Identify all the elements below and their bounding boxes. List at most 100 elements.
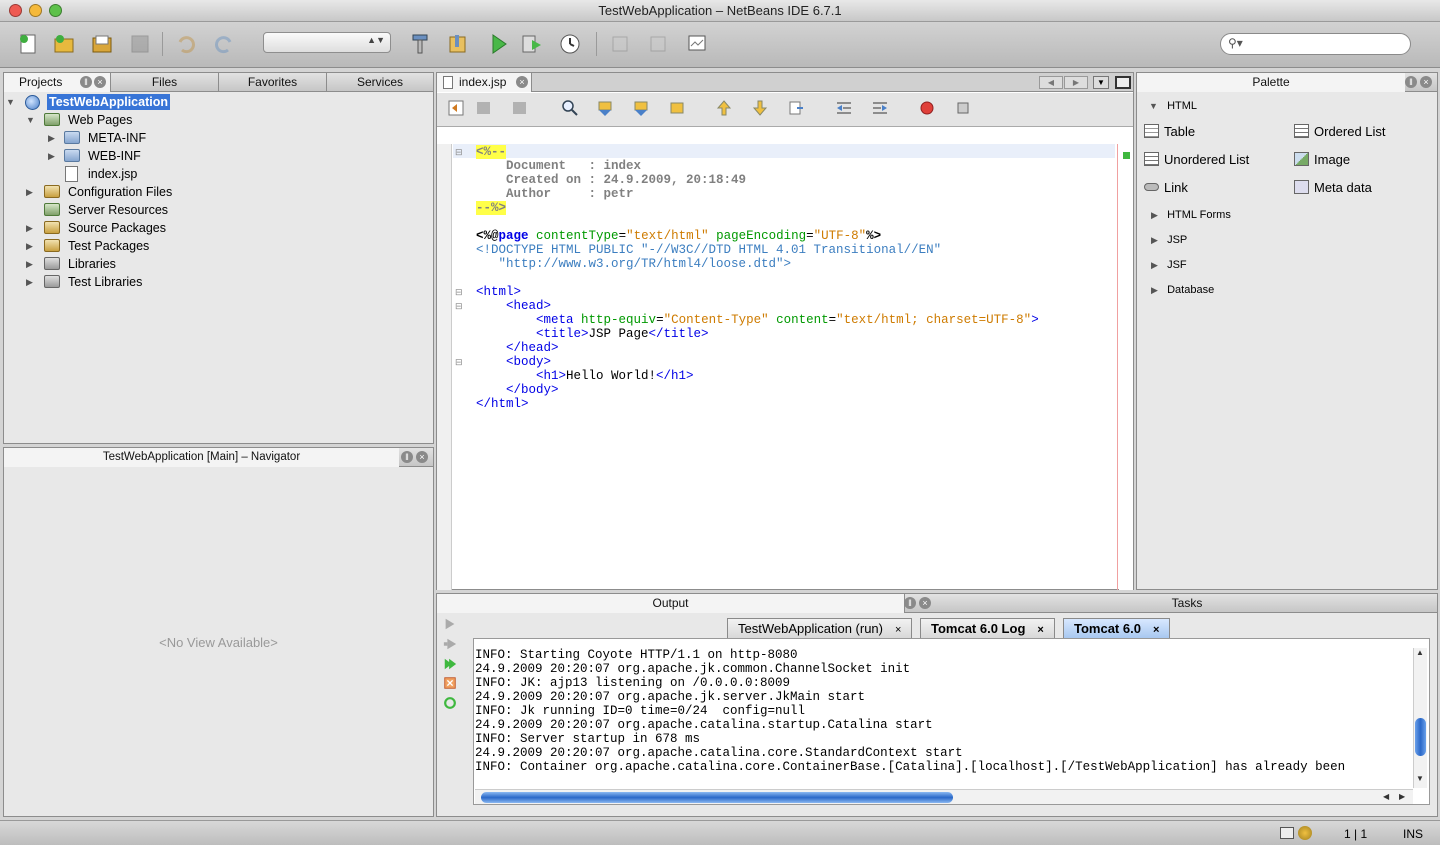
scroll-right-icon[interactable]: ▶ <box>1399 792 1405 801</box>
undo-button[interactable] <box>172 30 200 58</box>
collapse-triangle-icon[interactable]: ▶ <box>48 147 55 165</box>
last-edit-button[interactable] <box>445 97 467 119</box>
scroll-down-icon[interactable]: ▼ <box>1416 774 1424 783</box>
close-icon[interactable]: × <box>94 76 106 88</box>
tab-output[interactable]: Output <box>437 594 905 613</box>
memory-icon[interactable] <box>1280 827 1294 839</box>
find-next-button[interactable] <box>630 97 652 119</box>
palette-category-html[interactable]: ▼ HTML <box>1149 98 1197 114</box>
redo-button[interactable] <box>210 30 238 58</box>
step-button[interactable] <box>644 30 672 58</box>
vertical-scroll-thumb[interactable] <box>1415 718 1426 756</box>
output-tab-run[interactable]: TestWebApplication (run) × <box>727 618 913 638</box>
output-tab-tomcat[interactable]: Tomcat 6.0 × <box>1063 618 1171 638</box>
shift-right-button[interactable] <box>869 97 891 119</box>
refresh-button[interactable] <box>442 695 458 711</box>
expand-triangle-icon[interactable]: ▼ <box>6 93 15 111</box>
close-tab-icon[interactable]: × <box>895 624 901 636</box>
scroll-up-icon[interactable]: ▲ <box>1416 648 1424 657</box>
palette-item-table[interactable]: Table <box>1144 122 1195 142</box>
palette-item-link[interactable]: Link <box>1144 178 1188 198</box>
find-previous-button[interactable] <box>594 97 616 119</box>
horizontal-scroll-thumb[interactable] <box>481 792 953 803</box>
fold-icon[interactable]: ⊟ <box>455 299 463 313</box>
debug-button[interactable] <box>518 30 546 58</box>
tab-list-icon[interactable]: ▼ <box>1093 76 1109 89</box>
collapse-triangle-icon[interactable]: ▶ <box>48 129 55 147</box>
close-tab-icon[interactable]: × <box>516 76 528 88</box>
find-button[interactable] <box>559 97 581 119</box>
expand-triangle-icon[interactable]: ▼ <box>26 111 35 129</box>
close-window-button[interactable] <box>9 4 22 17</box>
category-label: HTML <box>1167 100 1198 112</box>
close-tab-icon[interactable]: × <box>1037 624 1043 636</box>
run-button[interactable] <box>484 30 512 58</box>
scroll-left-icon[interactable]: ◀ <box>1383 792 1389 801</box>
notification-icon[interactable] <box>1298 826 1312 840</box>
close-tab-icon[interactable]: × <box>1153 624 1159 636</box>
tab-favorites[interactable]: Favorites <box>219 73 327 92</box>
close-icon[interactable]: × <box>416 451 428 463</box>
collapse-triangle-icon[interactable]: ▶ <box>26 255 33 273</box>
previous-bookmark-button[interactable] <box>713 97 735 119</box>
collapse-triangle-icon[interactable]: ▶ <box>26 183 33 201</box>
minimize-window-button[interactable] <box>29 4 42 17</box>
profile-button[interactable] <box>556 30 584 58</box>
palette-item-ordered-list[interactable]: Ordered List <box>1294 122 1386 142</box>
collapse-triangle-icon[interactable]: ▶ <box>26 273 33 291</box>
clean-build-button[interactable] <box>444 30 472 58</box>
fold-icon[interactable]: ⊟ <box>455 145 463 159</box>
tab-tasks[interactable]: Tasks <box>937 594 1437 613</box>
close-icon[interactable]: × <box>919 597 931 609</box>
new-file-button[interactable] <box>14 30 42 58</box>
build-button[interactable] <box>406 30 434 58</box>
palette-category-jsf[interactable]: ▶ JSF <box>1151 257 1187 273</box>
vertical-scrollbar[interactable]: ▲ ▼ <box>1413 648 1427 788</box>
zoom-window-button[interactable] <box>49 4 62 17</box>
palette-category-jsp[interactable]: ▶ JSP <box>1151 232 1187 248</box>
code-tag: <head> <box>506 299 552 313</box>
minimize-icon[interactable]: ‖ <box>80 76 92 88</box>
minimize-icon[interactable]: ‖ <box>904 597 916 609</box>
palette-item-image[interactable]: Image <box>1294 150 1350 170</box>
next-bookmark-icon <box>752 100 768 116</box>
rerun-with-params-button[interactable] <box>442 636 458 652</box>
palette-item-unordered-list[interactable]: Unordered List <box>1144 150 1249 170</box>
stop-macro-button[interactable] <box>952 97 974 119</box>
close-icon[interactable]: × <box>1420 76 1432 88</box>
search-field[interactable]: ⚲▾ <box>1220 33 1411 55</box>
start-macro-button[interactable] <box>916 97 938 119</box>
run-again-button[interactable] <box>442 656 458 672</box>
palette-category-database[interactable]: ▶ Database <box>1151 282 1214 298</box>
minimize-icon[interactable]: ‖ <box>1405 76 1417 88</box>
output-tab-tomcat-log[interactable]: Tomcat 6.0 Log × <box>920 618 1055 638</box>
forward-button[interactable] <box>509 97 531 119</box>
save-all-button[interactable] <box>126 30 154 58</box>
scroll-tabs-right-icon[interactable]: ▶ <box>1064 76 1088 89</box>
new-project-button[interactable] <box>50 30 78 58</box>
rerun-button[interactable] <box>442 616 458 632</box>
collapse-triangle-icon[interactable]: ▶ <box>26 219 33 237</box>
minimize-icon[interactable]: ‖ <box>401 451 413 463</box>
fold-icon[interactable]: ⊟ <box>455 285 463 299</box>
palette-category-html-forms[interactable]: ▶ HTML Forms <box>1151 207 1231 223</box>
maximize-icon[interactable] <box>1115 76 1131 89</box>
apply-code-changes-button[interactable] <box>606 30 634 58</box>
open-project-button[interactable] <box>88 30 116 58</box>
tab-files[interactable]: Files <box>111 73 219 92</box>
shift-left-button[interactable] <box>833 97 855 119</box>
palette-item-meta-data[interactable]: Meta data <box>1294 178 1372 198</box>
monitor-button[interactable] <box>683 30 711 58</box>
fold-icon[interactable]: ⊟ <box>455 355 463 369</box>
code-text[interactable]: <%-- Document : index Created on : 24.9.… <box>476 145 1039 411</box>
toggle-highlight-button[interactable] <box>666 97 688 119</box>
horizontal-scrollbar[interactable]: ◀ ▶ <box>475 789 1413 804</box>
tab-services[interactable]: Services <box>327 73 433 92</box>
collapse-triangle-icon[interactable]: ▶ <box>26 237 33 255</box>
toggle-bookmark-button[interactable] <box>785 97 807 119</box>
stop-build-button[interactable] <box>442 675 458 691</box>
scroll-tabs-left-icon[interactable]: ◀ <box>1039 76 1063 89</box>
back-button[interactable] <box>473 97 495 119</box>
next-bookmark-button[interactable] <box>749 97 771 119</box>
config-select[interactable]: ▲▼ <box>263 32 391 53</box>
